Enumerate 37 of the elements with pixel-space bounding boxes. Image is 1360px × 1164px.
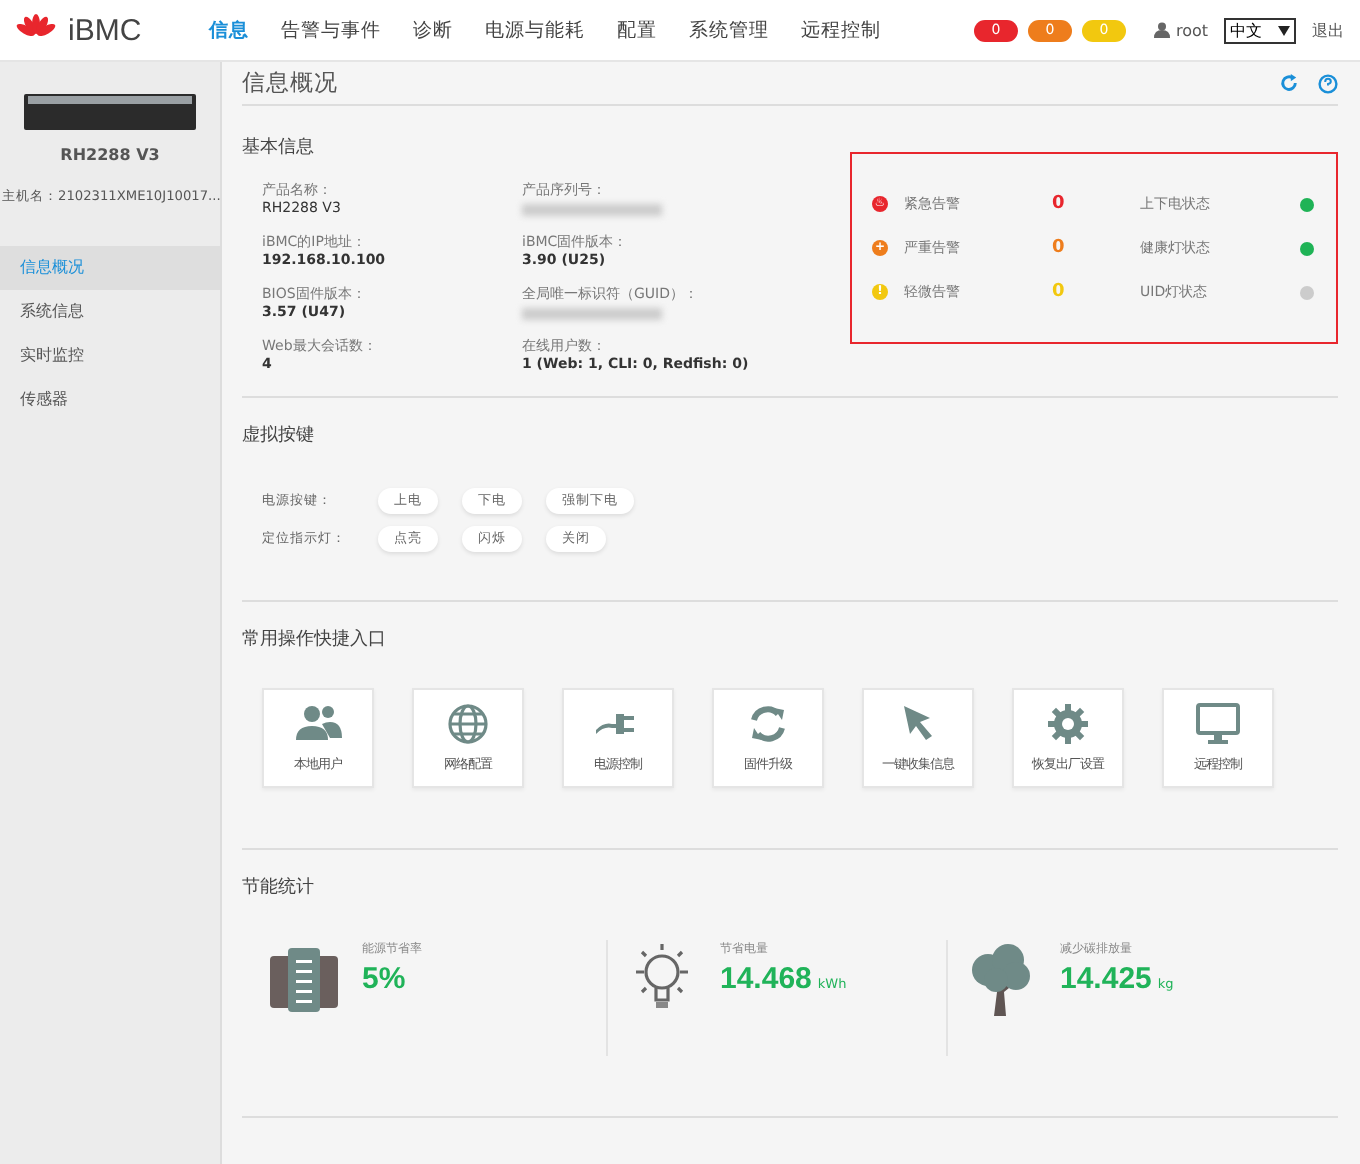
logout-link[interactable]: 退出 — [1312, 19, 1344, 41]
alert-count: 0 — [1052, 282, 1067, 302]
page-title: 信息概况 — [242, 68, 340, 98]
nav-tab[interactable]: 信息 — [209, 17, 250, 43]
alert-count: 0 — [1052, 194, 1067, 214]
nav-tab[interactable]: 远程控制 — [801, 17, 882, 43]
sidebar-item[interactable]: 传感器 — [0, 378, 220, 422]
users-icon — [294, 702, 342, 746]
blurred-value — [522, 308, 662, 320]
energy-value: 14.425 — [1060, 962, 1152, 996]
refresh-icon[interactable] — [1280, 74, 1298, 92]
section-title: 节能统计 — [242, 875, 316, 900]
section-title: 常用操作快捷入口 — [242, 627, 388, 652]
blurred-value — [522, 204, 662, 216]
nav-tab[interactable]: 配置 — [617, 17, 658, 43]
energy-value: 5% — [362, 962, 406, 996]
section-title: 虚拟按键 — [242, 423, 316, 448]
monitor-icon — [1194, 702, 1242, 746]
nav-tab[interactable]: 系统管理 — [689, 17, 770, 43]
energy-value: 14.468 — [720, 962, 812, 996]
sidebar-item[interactable]: 系统信息 — [0, 290, 220, 334]
section-title: 基本信息 — [242, 135, 316, 160]
nav-tab[interactable]: 电源与能耗 — [485, 17, 586, 43]
globe-icon — [444, 702, 492, 746]
nav-tab[interactable]: 诊断 — [413, 17, 454, 43]
user-icon — [1153, 22, 1170, 38]
language-select[interactable]: 中文 — [1224, 17, 1296, 43]
nav-tab[interactable]: 告警与事件 — [281, 17, 382, 43]
user-name: root — [1175, 21, 1208, 39]
server-picture-icon — [20, 90, 200, 134]
alert-count: 0 — [1052, 238, 1067, 258]
dropdown-caret-icon — [1278, 25, 1290, 35]
gear-icon — [1044, 702, 1092, 746]
server-model: RH2288 V3 — [58, 146, 162, 164]
help-icon[interactable] — [1318, 73, 1338, 93]
sidebar-item[interactable]: 实时监控 — [0, 334, 220, 378]
product-logo-text: iBMC — [68, 13, 142, 47]
